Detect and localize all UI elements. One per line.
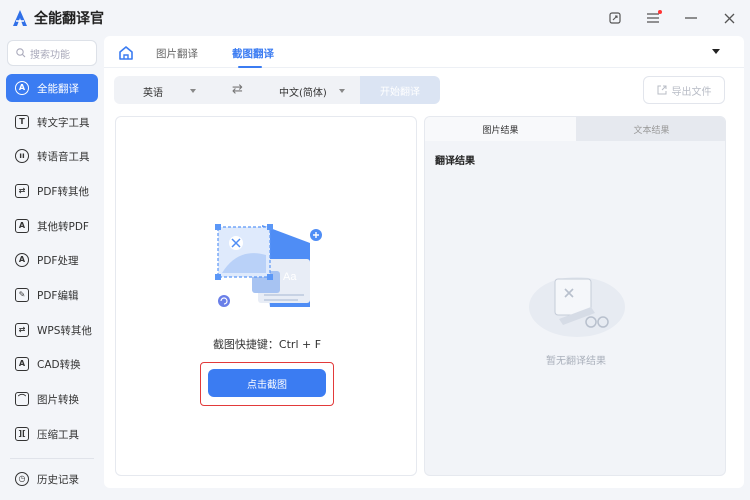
source-language-select[interactable]: 英语 (143, 84, 163, 99)
sidebar-item-text-tool[interactable]: T 转文字工具 (6, 108, 98, 136)
capture-panel: Aa 截图快捷键：Ctrl + F 点击截图 (115, 116, 417, 476)
text-icon: T (15, 115, 29, 129)
to-pdf-icon: A (15, 219, 29, 233)
menu-icon[interactable] (642, 7, 664, 29)
sidebar-item-pdf-to-other[interactable]: ⇄ PDF转其他 (6, 177, 98, 205)
pin-icon[interactable] (604, 7, 626, 29)
tab-image-result[interactable]: 图片结果 (425, 117, 576, 141)
app-logo-icon (13, 10, 27, 26)
sidebar-item-label: WPS转其他 (37, 324, 92, 337)
sidebar-item-label: CAD转换 (37, 358, 81, 371)
sidebar-item-history[interactable]: ◷ 历史记录 (6, 466, 98, 492)
sidebar-item-label: 转文字工具 (37, 116, 90, 129)
result-panel: 图片结果 文本结果 翻译结果 暂无翻译结果 (424, 116, 726, 476)
history-icon: ◷ (15, 472, 29, 486)
target-language-select[interactable]: 中文(简体) (279, 84, 327, 99)
sidebar-item-pdf-edit[interactable]: ✎ PDF编辑 (6, 281, 98, 309)
minimize-icon[interactable] (680, 7, 702, 29)
notification-dot (658, 10, 662, 14)
home-icon[interactable] (118, 45, 134, 61)
svg-text:Aa: Aa (283, 271, 297, 283)
pdf-convert-icon: ⇄ (15, 184, 29, 198)
audio-icon: ıı (15, 149, 29, 163)
chevron-down-icon[interactable] (712, 49, 720, 54)
sidebar: 搜索功能 A 全能翻译 T 转文字工具 ıı 转语音工具 ⇄ PDF转其他 A … (0, 36, 104, 500)
sidebar-item-label: 图片转换 (37, 393, 79, 406)
chevron-down-icon[interactable] (339, 89, 345, 93)
sidebar-item-other-to-pdf[interactable]: A 其他转PDF (6, 212, 98, 240)
tab-bar: 图片翻译 截图翻译 (104, 36, 744, 68)
app-title: 全能翻译官 (34, 11, 104, 27)
search-input[interactable]: 搜索功能 (7, 40, 97, 66)
sidebar-item-label: PDF转其他 (37, 185, 89, 198)
sidebar-item-label: 全能翻译 (37, 82, 79, 95)
empty-state-illustration (529, 277, 625, 337)
compress-icon: ][ (15, 427, 29, 441)
pdf-edit-icon: ✎ (15, 288, 29, 302)
export-file-button[interactable]: 导出文件 (643, 76, 725, 104)
cad-icon: A (15, 357, 29, 371)
tab-image-translate[interactable]: 图片翻译 (156, 46, 198, 61)
sidebar-item-voice-tool[interactable]: ıı 转语音工具 (6, 142, 98, 170)
search-icon (16, 48, 26, 58)
image-icon: ⌒ (15, 392, 29, 406)
translate-icon: A (15, 81, 29, 95)
sidebar-item-wps-to-other[interactable]: ⇄ WPS转其他 (6, 316, 98, 344)
sidebar-item-label: PDF编辑 (37, 289, 79, 302)
sidebar-item-label: PDF处理 (37, 254, 79, 267)
start-translate-button[interactable]: 开始翻译 (360, 76, 440, 104)
pdf-process-icon: A (15, 253, 29, 267)
sidebar-item-image-convert[interactable]: ⌒ 图片转换 (6, 385, 98, 413)
result-tabs: 图片结果 文本结果 (425, 117, 725, 141)
chevron-down-icon[interactable] (190, 89, 196, 93)
screenshot-illustration: Aa (215, 224, 322, 307)
search-placeholder: 搜索功能 (30, 49, 70, 61)
capture-button[interactable]: 点击截图 (208, 369, 326, 397)
empty-state-text: 暂无翻译结果 (546, 356, 606, 367)
swap-languages-icon[interactable]: ⇄ (232, 82, 243, 97)
active-tab-indicator (238, 66, 262, 68)
sidebar-item-pdf-process[interactable]: A PDF处理 (6, 246, 98, 274)
sidebar-item-label: 转语音工具 (37, 150, 90, 163)
result-heading: 翻译结果 (435, 156, 475, 167)
sidebar-item-label: 历史记录 (37, 473, 79, 486)
title-bar: 全能翻译官 (0, 0, 750, 36)
sidebar-item-cad-convert[interactable]: A CAD转换 (6, 350, 98, 378)
tab-text-result[interactable]: 文本结果 (576, 117, 725, 141)
sidebar-divider (10, 458, 94, 459)
shortcut-hint: 截图快捷键：Ctrl + F (212, 338, 322, 351)
export-label: 导出文件 (671, 86, 712, 98)
export-icon (657, 85, 666, 95)
language-bar: 英语 ⇄ 中文(简体) (114, 76, 360, 104)
tab-screenshot-translate[interactable]: 截图翻译 (232, 46, 274, 61)
sidebar-item-label: 其他转PDF (37, 220, 89, 233)
main-panel: 图片翻译 截图翻译 英语 ⇄ 中文(简体) 开始翻译 导出文件 Aa 截图快捷键… (104, 36, 744, 488)
sidebar-item-label: 压缩工具 (37, 428, 79, 441)
close-icon[interactable] (718, 7, 740, 29)
wps-icon: ⇄ (15, 323, 29, 337)
sidebar-item-compress[interactable]: ][ 压缩工具 (6, 420, 98, 448)
sidebar-item-all-translate[interactable]: A 全能翻译 (6, 74, 98, 102)
